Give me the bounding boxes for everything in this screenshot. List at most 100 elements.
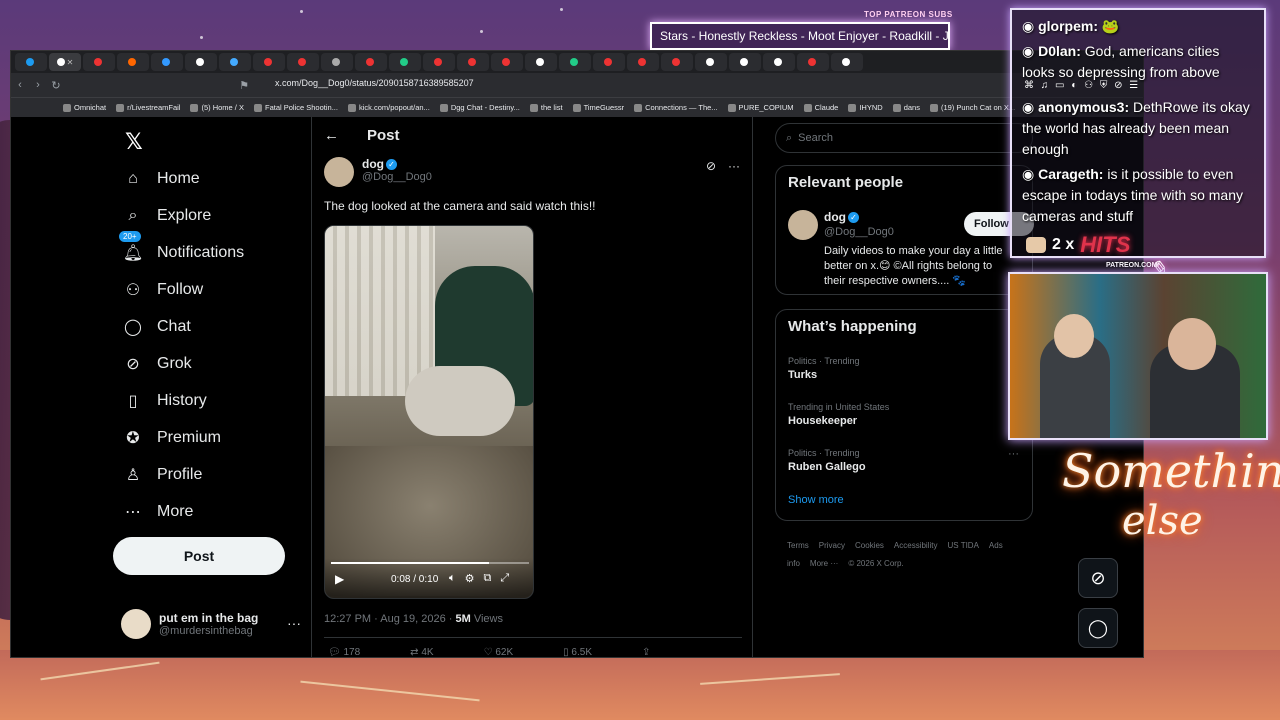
nav-more[interactable]: ⋯ More — [123, 502, 193, 522]
bookmark-item[interactable]: IHYND — [848, 103, 883, 112]
browser-tab[interactable] — [491, 53, 523, 71]
browser-tab[interactable] — [763, 53, 795, 71]
home-icon: ⌂ — [128, 170, 138, 187]
nav-profile[interactable]: ♙ Profile — [123, 465, 203, 485]
bookmark-item[interactable]: the list — [529, 103, 563, 112]
nav-explore[interactable]: ⌕ Explore — [123, 206, 212, 226]
bookmark-item[interactable]: dans — [892, 103, 920, 112]
browser-tab[interactable] — [797, 53, 829, 71]
video-scrubber[interactable] — [331, 562, 529, 564]
settings-gear-icon[interactable]: ⚙ — [465, 572, 475, 585]
footer-link[interactable]: Accessibility — [894, 541, 938, 550]
browser-tab-active[interactable]: ✕ — [49, 53, 81, 71]
views-count: 5M — [455, 613, 471, 625]
bookmark-item[interactable]: kick.com/popout/an... — [347, 103, 430, 112]
share-icon[interactable]: ⇪ — [642, 647, 650, 657]
more-circle-icon: ⋯ — [125, 504, 141, 521]
bookmark-item[interactable]: (5) Home / X — [190, 103, 244, 112]
browser-tab[interactable] — [423, 53, 455, 71]
nav-home[interactable]: ⌂ Home — [123, 169, 200, 189]
browser-tab[interactable] — [151, 53, 183, 71]
post-button[interactable]: Post — [113, 537, 285, 575]
search-input[interactable]: ⌕ Search — [775, 123, 1033, 153]
browser-tab[interactable] — [321, 53, 353, 71]
bookmark-button[interactable]: ▯ 6.5K — [563, 647, 592, 657]
browser-tab[interactable] — [287, 53, 319, 71]
nav-history[interactable]: ▯ History — [123, 391, 207, 411]
browser-tab[interactable] — [83, 53, 115, 71]
trend-item[interactable]: Politics · Trending Ruben Gallego — [788, 448, 866, 473]
browser-tab[interactable] — [831, 53, 863, 71]
nav-notifications[interactable]: 🔔︎ 20+ Notifications — [119, 231, 244, 263]
popout-icon[interactable]: ⧉ — [483, 572, 491, 585]
nav-grok[interactable]: ⊘ Grok — [123, 354, 191, 374]
x-logo-icon[interactable]: 𝕏 — [125, 129, 143, 155]
patreon-ticker: Stars - Honestly Reckless - Moot Enjoyer… — [650, 22, 950, 50]
bookmark-item[interactable]: Omnichat — [63, 103, 106, 112]
browser-tab[interactable] — [593, 53, 625, 71]
more-dots-icon[interactable]: ··· — [1008, 448, 1019, 460]
more-dots-icon[interactable]: ··· — [287, 615, 301, 631]
grok-icon[interactable]: ⊘ — [1078, 558, 1118, 598]
bookmark-item[interactable]: (19) Punch Cat on X... — [929, 103, 1015, 112]
nav-follow[interactable]: ⚇ Follow — [123, 280, 203, 300]
browser-tab[interactable] — [355, 53, 387, 71]
browser-tab[interactable] — [661, 53, 693, 71]
more-dots-icon[interactable]: ··· — [728, 159, 740, 173]
forward-icon[interactable]: › — [29, 79, 47, 91]
play-icon[interactable]: ▶ — [335, 572, 344, 586]
bookmark-item[interactable]: TimeGuessr — [572, 103, 624, 112]
bookmark-item[interactable]: Claude — [803, 103, 838, 112]
volume-icon[interactable]: 🔈︎ — [449, 572, 456, 585]
person-name[interactable]: dog — [824, 210, 846, 224]
footer-link[interactable]: Terms — [787, 541, 809, 550]
back-icon[interactable]: ‹ — [11, 79, 29, 91]
browser-tab[interactable] — [389, 53, 421, 71]
trend-item[interactable]: Politics · Trending Turks — [788, 356, 860, 381]
browser-tab[interactable] — [253, 53, 285, 71]
account-switcher[interactable]: put em in the bag @murdersinthebag ··· — [121, 609, 301, 639]
footer-link[interactable]: Privacy — [819, 541, 845, 550]
hits-counter: 2 x HITS — [1026, 232, 1130, 258]
post-author[interactable]: dog ✓ @Dog__Dog0 — [324, 157, 432, 187]
browser-tab[interactable] — [185, 53, 217, 71]
browser-tab[interactable] — [219, 53, 251, 71]
browser-tab[interactable] — [559, 53, 591, 71]
trend-item[interactable]: Trending in United States Housekeeper — [788, 402, 889, 427]
grok-icon[interactable]: ⊘ — [706, 159, 716, 173]
footer-link[interactable]: US TIDA — [948, 541, 979, 550]
video-player[interactable]: ▶ 0:08 / 0:10 🔈︎ ⚙ ⧉ ⤢ — [324, 225, 534, 599]
browser-tab[interactable] — [15, 53, 47, 71]
show-more-link[interactable]: Show more — [788, 494, 844, 506]
favicon-icon — [727, 103, 736, 112]
repost-button[interactable]: ⇄ 4K — [410, 647, 433, 657]
footer-link[interactable]: © 2026 X Corp. — [848, 559, 903, 568]
browser-tab[interactable] — [695, 53, 727, 71]
nav-chat[interactable]: ◯ Chat — [123, 317, 191, 337]
browser-tab[interactable] — [627, 53, 659, 71]
reply-button[interactable]: 💬︎ 178 — [328, 647, 360, 657]
avatar[interactable] — [788, 210, 818, 240]
browser-tab[interactable] — [457, 53, 489, 71]
like-button[interactable]: ♡ 62K — [484, 647, 514, 657]
nav-premium[interactable]: ✪ Premium — [123, 428, 221, 448]
address-bar[interactable]: x.com/Dog__Dog0/status/20901587163895852… — [275, 78, 474, 88]
footer-link[interactable]: More ··· — [810, 559, 838, 568]
browser-tab[interactable] — [117, 53, 149, 71]
reload-icon[interactable]: ↻ — [47, 79, 65, 92]
fullscreen-icon[interactable]: ⤢ — [500, 572, 509, 585]
bookmark-item[interactable]: Fatal Police Shootin... — [253, 103, 338, 112]
back-arrow-icon[interactable]: ← — [324, 127, 339, 144]
bookmark-page-icon[interactable]: ⚑ — [235, 79, 253, 92]
footer-link[interactable]: Cookies — [855, 541, 884, 550]
bookmark-item[interactable]: Dgg Chat - Destiny... — [439, 103, 520, 112]
browser-tab[interactable] — [729, 53, 761, 71]
browser-tab[interactable] — [525, 53, 557, 71]
bookmark-item[interactable]: Connections — The... — [634, 103, 718, 112]
chat-bubble-icon[interactable]: ◯ — [1078, 608, 1118, 648]
bookmark-item[interactable]: PURE_COPIUM — [727, 103, 794, 112]
post-top-actions: ⊘ ··· — [706, 159, 740, 173]
bookmark-item[interactable]: r/LivestreamFail — [116, 103, 180, 112]
favicon-icon — [848, 103, 857, 112]
chat-message: ◉ anonymous3: DethRowe its okay the worl… — [1022, 97, 1254, 160]
